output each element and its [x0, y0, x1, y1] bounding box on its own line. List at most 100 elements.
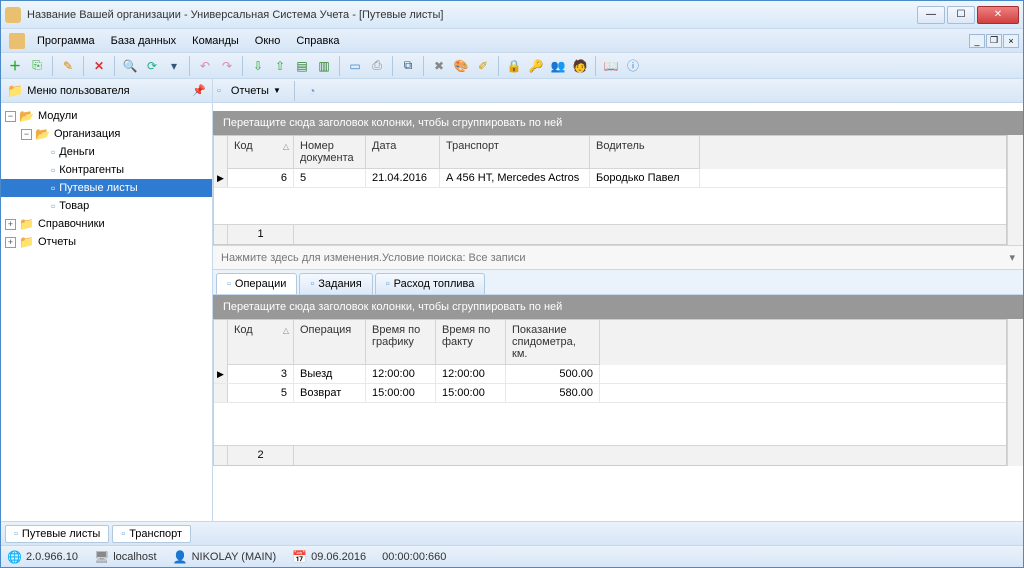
- server-icon: 🖥: [94, 550, 109, 564]
- close-button[interactable]: ✕: [977, 6, 1019, 24]
- print-icon[interactable]: ⎙: [367, 56, 387, 76]
- reports-dropdown[interactable]: Отчеты▼: [225, 83, 287, 99]
- user-key-icon[interactable]: 🧑: [570, 56, 590, 76]
- table-row[interactable]: ▶ 6 5 21.04.2016 А 456 НТ, Mercedes Actr…: [214, 169, 1006, 188]
- menu-commands[interactable]: Команды: [184, 32, 247, 50]
- brush-icon[interactable]: ✐: [473, 56, 493, 76]
- book-icon[interactable]: 📖: [601, 56, 621, 76]
- filter-icon[interactable]: ▾: [164, 56, 184, 76]
- detail-tabs: ▫Операции ▫Задания ▫Расход топлива: [213, 270, 1023, 295]
- col-code[interactable]: Код△: [228, 136, 294, 169]
- refresh-icon[interactable]: ⟳: [142, 56, 162, 76]
- tab-fuel[interactable]: ▫Расход топлива: [375, 273, 486, 294]
- add-icon[interactable]: ＋: [5, 56, 25, 76]
- palette-icon[interactable]: 🎨: [451, 56, 471, 76]
- dcol-code[interactable]: Код△: [228, 320, 294, 365]
- detail-grid-footer: 2: [214, 445, 1006, 465]
- lock-icon[interactable]: 🔒: [504, 56, 524, 76]
- excel-out-icon[interactable]: ▤: [292, 56, 312, 76]
- tab-operations[interactable]: ▫Операции: [216, 273, 297, 294]
- col-date[interactable]: Дата: [366, 136, 440, 169]
- delete-icon[interactable]: ✕: [89, 56, 109, 76]
- calendar-icon: 📅: [292, 550, 307, 564]
- sidebar: 📁 Меню пользователя 📌 −📂Модули −📂Организ…: [1, 79, 213, 521]
- clock-icon[interactable]: ◔: [302, 81, 322, 101]
- mdi-minimize-button[interactable]: _: [969, 34, 985, 48]
- search-icon[interactable]: 🔍: [120, 56, 140, 76]
- key-icon[interactable]: 🔑: [526, 56, 546, 76]
- main-grid-footer: 1: [214, 224, 1006, 244]
- export-icon-2[interactable]: ⇧: [270, 56, 290, 76]
- menu-window[interactable]: Окно: [247, 32, 289, 50]
- tree-icon[interactable]: ⧉: [398, 56, 418, 76]
- reports-toolbar: ▫ Отчеты▼ ◔: [213, 79, 1023, 103]
- tree-node-contr[interactable]: ▫Контрагенты: [1, 161, 212, 179]
- status-bar: 🌐2.0.966.10 🖥localhost 👤NIKOLAY (MAIN) 📅…: [1, 545, 1023, 567]
- filter-bar[interactable]: Нажмите здесь для изменения. Условие пои…: [213, 245, 1023, 270]
- group-by-bar[interactable]: Перетащите сюда заголовок колонки, чтобы…: [213, 111, 1023, 135]
- dcol-odo[interactable]: Показание спидометра, км.: [506, 320, 600, 365]
- tree-node-modules[interactable]: −📂Модули: [1, 107, 212, 125]
- window-title: Название Вашей организации - Универсальн…: [27, 9, 917, 21]
- doctab-transport[interactable]: ▫Транспорт: [112, 525, 191, 543]
- nav-tree: −📂Модули −📂Организация ▫Деньги ▫Контраге…: [1, 103, 212, 521]
- doctab-waybills[interactable]: ▫Путевые листы: [5, 525, 109, 543]
- app-window: Название Вашей организации - Универсальн…: [0, 0, 1024, 568]
- content-area: ▫ Отчеты▼ ◔ Перетащите сюда заголовок ко…: [213, 79, 1023, 521]
- excel-in-icon[interactable]: ▥: [314, 56, 334, 76]
- tree-node-money[interactable]: ▫Деньги: [1, 143, 212, 161]
- tab-tasks[interactable]: ▫Задания: [299, 273, 372, 294]
- menu-icon: [9, 33, 25, 49]
- info-icon[interactable]: ⓘ: [623, 56, 643, 76]
- pin-icon[interactable]: 📌: [192, 84, 206, 97]
- menu-help[interactable]: Справка: [288, 32, 347, 50]
- col-driver[interactable]: Водитель: [590, 136, 700, 169]
- filter-expand-icon[interactable]: ▾: [1009, 251, 1015, 264]
- tree-node-refs[interactable]: +📁Справочники: [1, 215, 212, 233]
- dcol-op[interactable]: Операция: [294, 320, 366, 365]
- col-transport[interactable]: Транспорт: [440, 136, 590, 169]
- undo-icon[interactable]: ↶: [195, 56, 215, 76]
- dcol-tfact[interactable]: Время по факту: [436, 320, 506, 365]
- detail-group-by-bar[interactable]: Перетащите сюда заголовок колонки, чтобы…: [213, 295, 1023, 319]
- edit-icon[interactable]: ✎: [58, 56, 78, 76]
- status-date: 09.06.2016: [311, 551, 366, 563]
- main-grid: Код△ Номер документа Дата Транспорт Води…: [213, 135, 1007, 245]
- main-row-count: 1: [228, 225, 294, 244]
- tree-node-reports[interactable]: +📁Отчеты: [1, 233, 212, 251]
- status-user: NIKOLAY (MAIN): [192, 551, 277, 563]
- menu-database[interactable]: База данных: [103, 32, 185, 50]
- mdi-close-button[interactable]: ×: [1003, 34, 1019, 48]
- tree-node-goods[interactable]: ▫Товар: [1, 197, 212, 215]
- title-bar[interactable]: Название Вашей организации - Универсальн…: [1, 1, 1023, 29]
- tree-node-waybills[interactable]: ▫Путевые листы: [1, 179, 212, 197]
- tools-icon[interactable]: ✖: [429, 56, 449, 76]
- mdi-restore-button[interactable]: ❐: [986, 34, 1002, 48]
- export-icon-1[interactable]: ⇩: [248, 56, 268, 76]
- col-docnum[interactable]: Номер документа: [294, 136, 366, 169]
- minimize-button[interactable]: —: [917, 6, 945, 24]
- sidebar-header: 📁 Меню пользователя 📌: [1, 79, 212, 103]
- scrollbar[interactable]: [1007, 319, 1023, 466]
- table-row[interactable]: ▶ 3 Выезд 12:00:00 12:00:00 500.00: [214, 365, 1006, 384]
- menu-bar: Программа База данных Команды Окно Справ…: [1, 29, 1023, 53]
- globe-icon: 🌐: [7, 550, 22, 564]
- window-icon[interactable]: ▭: [345, 56, 365, 76]
- current-row-indicator: ▶: [214, 169, 228, 187]
- tree-node-org[interactable]: −📂Организация: [1, 125, 212, 143]
- dcol-tsched[interactable]: Время по графику: [366, 320, 436, 365]
- folder-icon: 📁: [7, 83, 23, 99]
- status-time: 00:00:00:660: [382, 551, 446, 563]
- users-icon[interactable]: 👥: [548, 56, 568, 76]
- main-toolbar: ＋ ⎘ ✎ ✕ 🔍 ⟳ ▾ ↶ ↷ ⇩ ⇧ ▤ ▥ ▭ ⎙ ⧉ ✖ 🎨 ✐ 🔒 …: [1, 53, 1023, 79]
- maximize-button[interactable]: ☐: [947, 6, 975, 24]
- table-row[interactable]: 5 Возврат 15:00:00 15:00:00 580.00: [214, 384, 1006, 403]
- redo-icon[interactable]: ↷: [217, 56, 237, 76]
- detail-grid: Код△ Операция Время по графику Время по …: [213, 319, 1007, 466]
- row-indicator-header: [214, 136, 228, 169]
- menu-program[interactable]: Программа: [29, 32, 103, 50]
- scrollbar[interactable]: [1007, 135, 1023, 245]
- copy-icon[interactable]: ⎘: [27, 56, 47, 76]
- status-host: localhost: [113, 551, 156, 563]
- document-tabs: ▫Путевые листы ▫Транспорт: [1, 521, 1023, 545]
